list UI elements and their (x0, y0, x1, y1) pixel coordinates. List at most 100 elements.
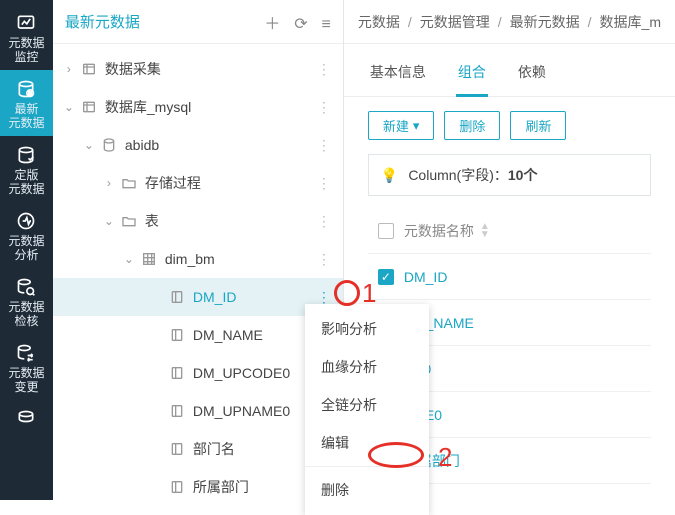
expander-icon[interactable]: › (61, 62, 77, 76)
grid-icon (139, 249, 159, 269)
delete-button[interactable]: 删除 (444, 111, 500, 140)
monitor-icon (15, 12, 37, 34)
refresh-button[interactable]: 刷新 (510, 111, 566, 140)
tree-node[interactable]: ⌄表⋮ (53, 202, 343, 240)
tree-header: 最新元数据 ＋ ⟳ ≡ (53, 0, 343, 44)
bulb-icon: 💡 (381, 167, 398, 184)
ctx-impact[interactable]: 影响分析 (305, 310, 429, 348)
tree-node[interactable]: DM_ID⋮ (53, 278, 343, 316)
ctx-fullchain[interactable]: 全链分析 (305, 386, 429, 424)
crumb-link[interactable]: 元数据管理 (420, 12, 490, 32)
row-name[interactable]: DM_NAME (404, 315, 651, 331)
tree-node[interactable]: ⌄ 数据库_mysql⋮ (53, 88, 343, 126)
divider (305, 466, 429, 467)
ctx-edit[interactable]: 编辑 (305, 424, 429, 462)
more-icon[interactable]: ⋮ (313, 175, 335, 192)
tree-node-label: 存储过程 (145, 173, 313, 193)
more-icon[interactable]: ⋮ (313, 137, 335, 154)
vnav-item-audit[interactable]: 元数据 检核 (0, 268, 53, 334)
analysis-icon (15, 210, 37, 232)
vertical-nav: 元数据 监控 N 最新 元数据 定版 元数据 元数据 分析 元数据 检核 元数据… (0, 0, 53, 500)
crumb-link[interactable]: 元数据 (358, 12, 400, 32)
svg-text:N: N (29, 92, 33, 98)
tree-node[interactable]: 部门名⋮ (53, 430, 343, 468)
add-icon[interactable]: ＋ (264, 16, 280, 33)
folderline-icon (119, 211, 139, 231)
row-name[interactable]: DE0 (404, 361, 651, 377)
ctx-delete[interactable]: 删除 (305, 471, 429, 509)
tabs: 基本信息 组合 依赖 (344, 44, 675, 97)
col-icon (167, 439, 187, 459)
more-icon[interactable]: ⋮ (313, 213, 335, 230)
tree-node[interactable]: DM_NAME⋮ (53, 316, 343, 354)
tree-node[interactable]: 所属部门⋮ (53, 468, 343, 500)
vnav-item-monitor[interactable]: 元数据 监控 (0, 4, 53, 70)
expander-icon[interactable]: ⌄ (61, 100, 77, 114)
expander-icon[interactable]: › (101, 176, 117, 190)
tree-title: 最新元数据 (65, 11, 140, 32)
tree-node[interactable]: › 存储过程⋮ (53, 164, 343, 202)
context-menu: 影响分析 血缘分析 全链分析 编辑 删除 (305, 304, 429, 515)
ctx-lineage[interactable]: 血缘分析 (305, 348, 429, 386)
more-icon[interactable]: ⋮ (313, 99, 335, 116)
more-icon[interactable]: ⋮ (313, 289, 335, 306)
tab-basic[interactable]: 基本信息 (368, 54, 428, 96)
tab-depend[interactable]: 依赖 (516, 54, 548, 96)
tree-node[interactable]: DM_UPCODE0⋮ (53, 354, 343, 392)
refresh-icon[interactable]: ⟳ (294, 16, 307, 33)
audit-icon (15, 276, 37, 298)
toolbar: 新建▾ 删除 刷新 (344, 97, 675, 154)
vnav-label: 元数据 检核 (8, 300, 44, 328)
vnav-label: 元数据 监控 (8, 36, 44, 64)
expander-icon[interactable]: ⌄ (121, 252, 137, 266)
folderline-icon (119, 173, 139, 193)
tree-node[interactable]: › 数据采集⋮ (53, 50, 343, 88)
crumb-link[interactable]: 最新元数据 (510, 12, 580, 32)
tree-node-label: 数据采集 (105, 59, 313, 79)
expander-icon[interactable]: ⌄ (81, 138, 97, 152)
vnav-item-version[interactable]: 定版 元数据 (0, 136, 53, 202)
more-icon[interactable]: ⋮ (313, 61, 335, 78)
vnav-item-latest[interactable]: N 最新 元数据 (0, 70, 53, 136)
new-button[interactable]: 新建▾ (368, 111, 435, 140)
folder-icon (79, 97, 99, 117)
tree-node[interactable]: ⌄ dim_bm⋮ (53, 240, 343, 278)
vnav-item-change[interactable]: 元数据 变更 (0, 334, 53, 400)
menu-icon[interactable]: ≡ (322, 16, 331, 33)
col-icon (167, 287, 187, 307)
tree-node-label: 数据库_mysql (105, 97, 313, 117)
tree[interactable]: ›数据采集⋮⌄数据库_mysql⋮⌄abidb⋮›存储过程⋮⌄表⋮⌄dim_bm… (53, 44, 343, 500)
vnav-label: 元数据 变更 (8, 366, 44, 394)
col-icon (167, 477, 187, 497)
column-header-name[interactable]: 元数据名称 (404, 221, 474, 241)
change-icon (15, 342, 37, 364)
tree-node-label: DM_UPNAME0 (193, 403, 313, 419)
tree-panel: 最新元数据 ＋ ⟳ ≡ ›数据采集⋮⌄数据库_mysql⋮⌄abidb⋮›存储过… (53, 0, 344, 500)
tab-compose[interactable]: 组合 (456, 54, 488, 97)
col-icon (167, 401, 187, 421)
expander-icon[interactable]: ⌄ (101, 214, 117, 228)
tree-node[interactable]: DM_UPNAME0⋮ (53, 392, 343, 430)
db-ver-icon (15, 144, 37, 166)
tree-node-label: DM_NAME (193, 327, 313, 343)
table-row[interactable]: ✓ DM_ID (368, 254, 651, 300)
annotation-num-1: 1 (362, 278, 376, 309)
annotation-num-2: 2 (438, 442, 452, 473)
more-icon[interactable]: ⋮ (313, 251, 335, 268)
col-icon (167, 363, 187, 383)
vnav-item-analysis[interactable]: 元数据 分析 (0, 202, 53, 268)
vnav-label: 最新 元数据 (8, 102, 44, 130)
select-all-checkbox[interactable] (378, 223, 394, 239)
sort-icon[interactable]: ▲▼ (480, 223, 490, 239)
new-button-label: 新建 (383, 116, 409, 135)
folder-icon (79, 59, 99, 79)
crumb-link[interactable]: 数据库_m (600, 12, 661, 32)
tree-node-label: dim_bm (165, 251, 313, 267)
more-db-icon (15, 408, 37, 430)
tree-node[interactable]: ⌄abidb⋮ (53, 126, 343, 164)
row-name[interactable]: DM_ID (404, 269, 651, 285)
tree-node-label: DM_ID (193, 289, 313, 305)
vnav-item-more[interactable] (0, 400, 53, 438)
row-checkbox[interactable]: ✓ (378, 269, 394, 285)
row-name[interactable]: AME0 (404, 407, 651, 423)
